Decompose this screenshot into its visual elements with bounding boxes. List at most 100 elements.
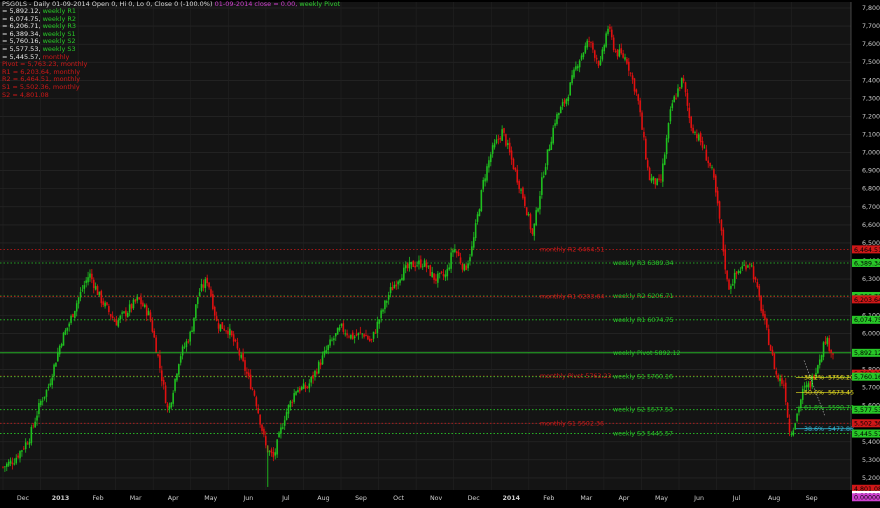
candle-body — [403, 267, 405, 280]
candle-body — [667, 123, 670, 139]
candle-body — [26, 443, 29, 445]
x-tick-label: Feb — [543, 495, 554, 502]
candle-body — [629, 72, 632, 74]
x-tick-label: Jun — [242, 495, 253, 502]
candle-body — [777, 375, 779, 380]
x-tick-label: Aug — [317, 495, 329, 502]
candle-body — [609, 26, 611, 29]
candle-body — [497, 138, 500, 140]
candle-body — [278, 432, 280, 438]
candle-body — [438, 272, 441, 274]
candle-body — [115, 320, 118, 326]
candle-body — [380, 310, 382, 319]
candle-body — [803, 386, 806, 388]
candle-body — [809, 381, 812, 388]
candle-body — [673, 96, 675, 103]
candle-body — [724, 249, 727, 270]
candle-body — [109, 314, 112, 317]
candle-body — [756, 281, 759, 288]
axis-value-tag-text: 6,389.34 — [854, 260, 880, 267]
candle-body — [240, 354, 243, 358]
candle-body — [714, 175, 717, 193]
candle-body — [17, 455, 19, 458]
candle-body — [126, 312, 129, 317]
price-chart[interactable]: 5,2005,3005,4005,5005,6005,7005,8005,900… — [0, 0, 880, 508]
candle-body — [247, 372, 250, 376]
candle-body — [779, 378, 781, 382]
candle-body — [507, 143, 509, 145]
candle-body — [230, 330, 233, 336]
axis-value-tag-text: 5,445.57 — [854, 431, 880, 438]
candle-body — [302, 383, 305, 389]
candle-body — [800, 399, 802, 409]
candle-body — [818, 359, 821, 366]
candle-body — [705, 149, 708, 161]
candle-body — [416, 265, 418, 267]
candle-body — [820, 355, 823, 362]
header-close-line: 01-09-2014 close = 0.00, — [214, 0, 298, 8]
candle-body — [217, 323, 220, 329]
candle-body — [652, 176, 655, 181]
candle-body — [437, 273, 439, 283]
candle-body — [643, 131, 645, 138]
candle-body — [179, 356, 182, 363]
x-tick-label: 2013 — [52, 495, 70, 502]
candle-body — [185, 341, 188, 348]
candle-body — [731, 284, 734, 286]
candle-body — [750, 265, 753, 267]
candle-body — [584, 45, 587, 53]
candle-body — [784, 382, 787, 402]
candle-body — [429, 265, 432, 276]
candle-body — [637, 94, 640, 101]
candle-body — [680, 77, 683, 88]
candle-body — [32, 425, 35, 427]
candle-body — [701, 140, 704, 148]
axis-value-tag-text: 5,502.36 — [854, 421, 880, 428]
candle-body — [665, 138, 668, 155]
candle-body — [542, 175, 545, 178]
candle-body — [433, 273, 435, 280]
candle-body — [567, 96, 570, 102]
candle-body — [645, 138, 647, 160]
candle-body — [149, 312, 152, 321]
candle-body — [478, 209, 481, 217]
candle-body — [22, 448, 25, 450]
candle-body — [749, 264, 751, 265]
x-tick-label: Apr — [618, 495, 629, 502]
candle-body — [333, 338, 335, 341]
axis-value-tag-text: 5,892.12 — [854, 350, 880, 357]
candle-body — [196, 297, 199, 305]
y-tick-label: 5,300 — [862, 457, 880, 464]
candle-body — [510, 150, 513, 160]
candle-body — [372, 331, 375, 339]
candle-body — [650, 178, 653, 182]
candle-body — [227, 330, 229, 335]
x-tick-label: Jul — [281, 495, 290, 502]
candle-body — [561, 102, 564, 107]
candle-body — [518, 181, 520, 190]
candle-body — [675, 97, 677, 99]
candle-body — [291, 401, 294, 403]
candle-body — [9, 460, 12, 464]
candle-body — [162, 379, 165, 385]
candle-body — [794, 423, 796, 430]
candle-body — [822, 342, 825, 357]
candle-body — [255, 397, 258, 407]
candle-body — [648, 167, 651, 181]
candle-body — [597, 60, 600, 66]
candle-body — [592, 42, 594, 50]
candle-body — [656, 178, 658, 186]
candle-body — [720, 219, 723, 231]
candle-body — [389, 287, 392, 294]
candle-body — [711, 167, 713, 168]
candle-body — [98, 291, 101, 295]
candle-body — [618, 49, 621, 57]
candle-body — [75, 303, 78, 312]
candle-body — [516, 169, 519, 183]
candle-body — [282, 427, 284, 429]
pivot-line-label: weekly R2 6206.71 — [613, 293, 673, 300]
candle-body — [603, 45, 606, 52]
candle-body — [571, 75, 573, 84]
candle-body — [178, 364, 180, 375]
candle-body — [461, 263, 464, 270]
